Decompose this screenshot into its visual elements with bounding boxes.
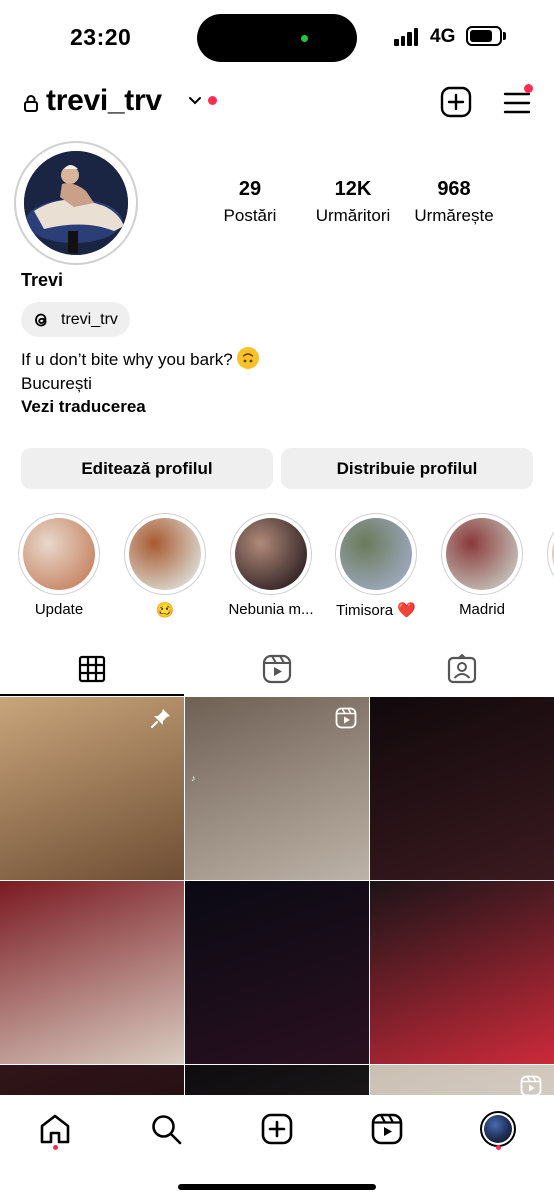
bio-location: București: [21, 373, 92, 393]
network-type: 4G: [430, 26, 456, 47]
stat-followers[interactable]: 12K Urmăritori: [300, 178, 406, 226]
notification-dot: [208, 96, 217, 105]
account-switcher[interactable]: trevi_trv: [46, 84, 162, 118]
post-tile[interactable]: [0, 1065, 184, 1095]
highlight-ring: [547, 513, 554, 595]
profile-header: trevi_trv: [0, 80, 554, 128]
highlight-item[interactable]: Update: [9, 513, 109, 618]
active-tab-indicator: [0, 694, 184, 696]
stat-label: Urmăritori: [315, 206, 391, 225]
highlight-item[interactable]: Madrid: [432, 513, 532, 618]
stat-label: Postări: [223, 206, 277, 225]
grid-icon: [78, 655, 106, 683]
highlight-ring: [124, 513, 206, 595]
nav-home[interactable]: [35, 1109, 75, 1149]
menu-notification-dot: [524, 84, 533, 93]
threads-icon: [35, 313, 47, 326]
highlight-ring: [18, 513, 100, 595]
highlight-label: Nebunia m...: [228, 601, 314, 618]
lock-icon: [24, 95, 38, 112]
highlight-cover: [129, 518, 201, 590]
post-tile[interactable]: [185, 881, 369, 1064]
nav-profile[interactable]: [478, 1109, 518, 1149]
bottom-navigation: [0, 1095, 554, 1200]
threads-handle: trevi_trv: [61, 310, 118, 328]
highlight-label: Timisora ❤️: [336, 602, 416, 619]
bio-line: If u don’t bite why you bark?: [21, 347, 260, 372]
stat-label: Urmărește: [414, 206, 494, 225]
battery-tip: [503, 32, 506, 40]
tab-tagged[interactable]: [370, 642, 554, 696]
highlight-label: Update: [34, 601, 84, 618]
search-icon: [152, 1115, 182, 1145]
reel-badge-icon: [335, 707, 357, 729]
edit-profile-button[interactable]: Editează profilul: [21, 448, 273, 489]
reels-icon: [262, 654, 292, 684]
profile-tabs: [0, 642, 554, 696]
signal-icon: [394, 28, 420, 46]
share-profile-button[interactable]: Distribuie profilul: [281, 448, 533, 489]
post-tile[interactable]: ♪: [185, 697, 369, 880]
profile-actions: Editează profilul Distribuie profilul: [21, 448, 533, 489]
highlight-cover: [340, 518, 412, 590]
profile-avatar-small: [480, 1111, 516, 1147]
home-activity-dot: [53, 1145, 58, 1150]
post-tile[interactable]: [370, 1065, 554, 1095]
battery-icon: [466, 26, 502, 46]
story-highlights: Update 🥴 Nebunia m... Timisora ❤️ Madrid: [0, 513, 554, 623]
stat-value: 968: [437, 178, 471, 200]
highlight-ring: [441, 513, 523, 595]
profile-stats: 29 Postări 12K Urmăritori 968 Urmărește: [200, 178, 520, 226]
stat-value: 12K: [334, 178, 372, 200]
status-time: 23:20: [70, 24, 132, 50]
highlight-ring: [335, 513, 417, 595]
camera-indicator-dot: [301, 35, 308, 42]
highlight-item-partial[interactable]: [538, 513, 554, 595]
pin-icon: [151, 709, 170, 728]
highlight-cover: [23, 518, 95, 590]
home-indicator: [178, 1184, 376, 1190]
profile-activity-dot: [496, 1145, 501, 1150]
dynamic-island: [197, 14, 357, 62]
highlight-ring: [230, 513, 312, 595]
bio: If u don’t bite why you bark? București …: [21, 347, 260, 419]
nav-create[interactable]: [257, 1109, 297, 1149]
highlight-label: 🥴: [155, 602, 175, 619]
highlight-cover: [235, 518, 307, 590]
stat-following[interactable]: 968 Urmărește: [406, 178, 502, 226]
threads-badge[interactable]: trevi_trv: [21, 302, 130, 337]
highlight-cover: [446, 518, 518, 590]
tagged-icon: [447, 654, 477, 684]
highlight-item[interactable]: 🥴: [115, 513, 215, 619]
bio-text: If u don’t bite why you bark?: [21, 350, 233, 369]
highlight-item[interactable]: Nebunia m...: [221, 513, 321, 618]
reel-badge-icon: [520, 1075, 542, 1095]
post-tile[interactable]: [185, 1065, 369, 1095]
post-tile[interactable]: [0, 697, 184, 880]
post-tile[interactable]: [370, 697, 554, 880]
status-bar: 23:20 4G: [0, 0, 554, 76]
tiktok-watermark-icon: ♪: [191, 773, 196, 783]
chevron-down-icon[interactable]: [188, 94, 202, 108]
reels-icon: [371, 1113, 403, 1145]
nav-search[interactable]: [146, 1109, 186, 1149]
highlight-label: Madrid: [459, 601, 505, 618]
nav-reels[interactable]: [367, 1109, 407, 1149]
upside-down-face-icon: [237, 347, 260, 369]
stat-value: 29: [238, 178, 262, 200]
display-name: Trevi: [21, 270, 64, 290]
tab-reels[interactable]: [185, 642, 369, 696]
tab-posts-grid[interactable]: [0, 642, 184, 696]
new-post-button[interactable]: [440, 86, 472, 118]
profile-avatar[interactable]: [24, 151, 128, 255]
profile-avatar-ring[interactable]: [14, 141, 138, 265]
create-icon: [261, 1113, 293, 1145]
home-icon: [40, 1114, 70, 1144]
post-tile[interactable]: [370, 881, 554, 1064]
posts-grid: ♪: [0, 697, 554, 1095]
see-translation-link[interactable]: Vezi traducerea: [21, 395, 259, 419]
highlight-item[interactable]: Timisora ❤️: [326, 513, 426, 619]
stat-posts[interactable]: 29 Postări: [200, 178, 300, 226]
post-tile[interactable]: [0, 881, 184, 1064]
